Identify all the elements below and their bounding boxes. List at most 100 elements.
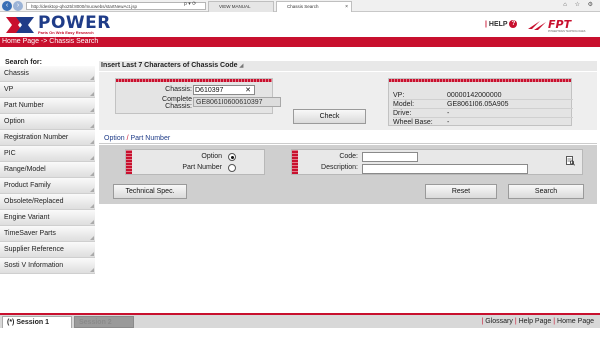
description-input[interactable] — [362, 164, 528, 174]
back-button[interactable]: ‹ — [2, 1, 12, 11]
panel-title: Insert Last 7 Characters of Chassis Code… — [99, 61, 597, 71]
corner-icon — [90, 267, 94, 272]
results-area — [99, 204, 597, 276]
sidebar-item-label: Sosti V Information — [4, 261, 64, 269]
glossary-link[interactable]: Glossary — [485, 318, 513, 325]
home-page-link[interactable]: Home Page — [557, 318, 594, 325]
help-label: HELP — [488, 20, 508, 28]
tab-part-number[interactable]: Part Number — [130, 135, 170, 142]
tab-label: VIEW MANUAL — [219, 4, 251, 9]
check-button[interactable]: Check — [293, 109, 366, 124]
sidebar-item-label: Part Number — [4, 101, 44, 109]
browser-tab-chassis-search[interactable]: Chassis Search × — [276, 1, 352, 12]
chassis-label: Chassis: — [165, 86, 192, 93]
sidebar-item-pic[interactable]: PIC — [0, 145, 95, 162]
chassis-input-value: D610397 — [195, 87, 224, 94]
corner-icon — [90, 219, 94, 224]
search-sidebar: Search for: Chassis VP Part Number Optio… — [0, 57, 95, 275]
address-bar[interactable]: http://desktop-qho25l:8000/mucwebs/start… — [26, 2, 206, 10]
complete-chassis-label-line1: Complete — [162, 96, 192, 103]
chassis-search-area: Chassis: D610397 ✕ Complete Chassis: GE8… — [99, 72, 597, 130]
drive-key: Drive: — [393, 110, 412, 117]
forward-button[interactable]: › — [13, 1, 23, 11]
vp-key: VP: — [393, 92, 405, 99]
option-radio[interactable] — [228, 153, 236, 161]
sidebar-item-option[interactable]: Option — [0, 113, 95, 130]
tab-label: Chassis Search — [287, 4, 319, 9]
search-button[interactable]: Search — [508, 184, 584, 199]
sidebar-item-obsolete-replaced[interactable]: Obsolete/Replaced — [0, 193, 95, 210]
box-header-stripe — [116, 79, 272, 82]
part-number-radio-label: Part Number — [182, 164, 222, 171]
sidebar-item-engine-variant[interactable]: Engine Variant — [0, 209, 95, 226]
collapse-triangle-icon[interactable]: ◢ — [240, 63, 244, 69]
part-number-radio[interactable] — [228, 164, 236, 172]
session-footer: (*) Session 1 Session 2 | Glossary | Hel… — [0, 315, 600, 328]
reset-button[interactable]: Reset — [425, 184, 497, 199]
chassis-input-box: Chassis: D610397 ✕ Complete Chassis: GE8… — [115, 78, 281, 114]
corner-icon — [90, 171, 94, 176]
browser-toolbar: ‹ › http://desktop-qho25l:8000/mucwebs/s… — [0, 0, 600, 12]
sidebar-item-sosti-v-information[interactable]: Sosti V Information — [0, 257, 95, 274]
search-type-box: Option Part Number — [125, 149, 265, 175]
option-radio-label: Option — [201, 153, 222, 160]
drive-value: - — [447, 110, 450, 117]
sidebar-item-registration-number[interactable]: Registration Number — [0, 129, 95, 146]
sidebar-item-label: Engine Variant — [4, 213, 50, 221]
session-tab-2[interactable]: Session 2 — [74, 316, 134, 328]
document-search-icon[interactable] — [566, 156, 575, 166]
sidebar-item-part-number[interactable]: Part Number — [0, 97, 95, 114]
sidebar-item-vp[interactable]: VP — [0, 81, 95, 98]
description-label: Description: — [321, 164, 358, 171]
complete-chassis-value: GE8061I0600610397 — [193, 97, 281, 107]
corner-icon — [90, 107, 94, 112]
sidebar-item-label: Range/Model — [4, 165, 46, 173]
corner-icon — [90, 91, 94, 96]
sidebar-item-label: Obsolete/Replaced — [4, 197, 64, 205]
corner-icon — [90, 139, 94, 144]
wheel-base-row: Wheel Base: - — [393, 119, 573, 127]
wheel-base-value: - — [447, 119, 450, 126]
code-label: Code: — [339, 153, 358, 160]
complete-chassis-label: Complete Chassis: — [118, 96, 192, 110]
vp-row: VP: 00000142000000 — [393, 92, 573, 100]
panel-title-text: Insert Last 7 Characters of Chassis Code — [101, 62, 238, 69]
breadcrumb[interactable]: Home Page -> Chassis Search — [0, 37, 600, 47]
help-icon: ? — [509, 20, 518, 28]
help-link[interactable]: | HELP ? — [485, 20, 518, 28]
model-value: GE8061I06.05A905 — [447, 101, 509, 108]
power-logo[interactable]: POWER Parts On Web Easy Research — [4, 13, 110, 36]
sidebar-item-range-model[interactable]: Range/Model — [0, 161, 95, 178]
wheel-base-key: Wheel Base: — [393, 119, 433, 126]
sidebar-item-label: Supplier Reference — [4, 245, 64, 253]
app-header: POWER Parts On Web Easy Research | HELP … — [0, 12, 600, 36]
sidebar-item-label: Product Family — [4, 181, 51, 189]
sidebar-item-supplier-reference[interactable]: Supplier Reference — [0, 241, 95, 258]
clear-icon[interactable]: ✕ — [245, 86, 251, 95]
code-input[interactable] — [362, 152, 418, 162]
corner-icon — [90, 251, 94, 256]
sidebar-item-label: VP — [4, 85, 14, 93]
corner-icon — [90, 203, 94, 208]
chassis-input[interactable]: D610397 ✕ — [193, 85, 255, 95]
help-page-link[interactable]: Help Page — [519, 318, 552, 325]
box-header-stripe — [389, 79, 571, 82]
session-tab-1[interactable]: (*) Session 1 — [2, 316, 72, 328]
tab-option[interactable]: Option — [104, 135, 125, 142]
corner-icon — [90, 123, 94, 128]
sidebar-item-timesaver-parts[interactable]: TimeSaver Parts — [0, 225, 95, 242]
technical-spec-button[interactable]: Technical Spec. — [113, 184, 187, 199]
complete-chassis-label-line2: Chassis: — [165, 103, 192, 110]
browser-tab-view-manual[interactable]: VIEW MANUAL — [208, 1, 274, 12]
corner-icon — [90, 155, 94, 160]
logo-tagline: Parts On Web Easy Research — [38, 30, 94, 35]
vp-value: 00000142000000 — [447, 92, 502, 99]
box-side-stripe — [292, 150, 298, 174]
sidebar-item-product-family[interactable]: Product Family — [0, 177, 95, 194]
close-icon[interactable]: × — [345, 2, 348, 12]
sidebar-item-label: PIC — [4, 149, 16, 157]
address-icons[interactable]: ρ ▾ ⟳ — [184, 0, 196, 8]
sidebar-item-chassis[interactable]: Chassis — [0, 66, 95, 82]
option-tabs: Option / Part Number — [99, 133, 597, 144]
browser-toolbar-icons[interactable]: ⌂ ☆ ⚙ — [563, 0, 596, 11]
